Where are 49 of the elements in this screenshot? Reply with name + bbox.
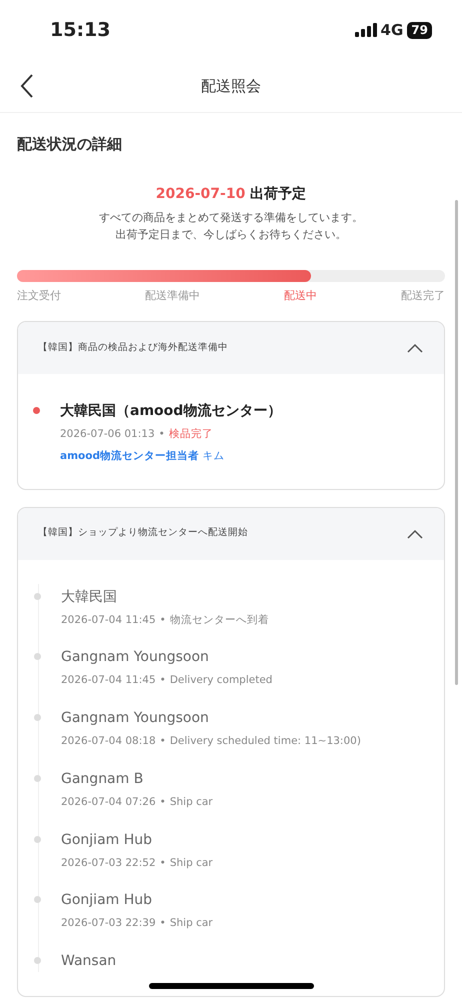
separator-dot: • [160, 794, 166, 810]
separator-dot: • [160, 673, 166, 688]
message-text: すべての商品をまとめて発送する準備をしています。 [98, 210, 364, 226]
event-place: Gangnam B [61, 770, 144, 789]
page-title: 配送照会 [201, 76, 261, 97]
chevron-up-icon[interactable] [406, 528, 424, 540]
signal-icon [354, 23, 377, 37]
separator-dot: • [160, 916, 166, 932]
event-time: 2026-07-06 01:13 [60, 427, 155, 442]
event-place: Gonjiam Hub [61, 891, 152, 910]
separator-dot: • [160, 612, 166, 628]
event-time: 2026-07-04 11:45 [61, 612, 156, 628]
event-place: Gangnam Youngsoon [61, 648, 209, 668]
event-place: Gangnam Youngsoon [61, 709, 209, 728]
event-time: 2026-07-04 07:26 [61, 794, 156, 810]
event-time: 2026-07-04 08:18 [61, 734, 156, 749]
battery-level: 79 [407, 22, 432, 38]
chevron-up-icon[interactable] [406, 342, 424, 354]
ship-date: 2026-07-10 [156, 186, 246, 202]
separator-dot: • [158, 427, 165, 442]
network-label: 4G [380, 20, 404, 41]
event-time: 2026-07-03 22:39 [61, 916, 156, 932]
clock-time: 15:13 [50, 18, 110, 43]
event-place: 大韓民国 [61, 588, 117, 606]
event-time: 2026-07-03 22:52 [61, 856, 156, 870]
separator-dot: • [160, 856, 166, 870]
step-label: 配送準備中 [145, 288, 200, 304]
card-title: 【韓国】ショップより物流センターへ配送開始 [38, 526, 248, 540]
event-status: 物流センターへ到着 [170, 612, 269, 628]
event-status: Ship car [170, 794, 213, 810]
back-icon[interactable] [20, 73, 34, 99]
message-text: 出荷予定日まで、今しばらくお待ちください。 [114, 226, 348, 242]
separator-dot: • [160, 734, 166, 749]
card-title: 【韓国】商品の検品および海外配送準備中 [38, 340, 228, 355]
event-status: Ship car [170, 916, 213, 932]
event-status: 検品完了 [168, 427, 213, 442]
event-place: Wansan [61, 952, 116, 971]
event-place: Gonjiam Hub [61, 830, 152, 850]
event-place: 大韓民国（amood物流センター） [60, 402, 282, 421]
event-status: Delivery completed [170, 673, 272, 688]
section-title: 配送状況の詳細 [16, 134, 123, 155]
agent-text: amood物流センター担当者 キム [60, 448, 226, 464]
step-label: 配送完了 [401, 288, 445, 304]
event-time: 2026-07-04 11:45 [61, 673, 156, 688]
step-label: 注文受付 [17, 288, 61, 304]
ship-label: 出荷予定 [250, 186, 306, 202]
event-status: Delivery scheduled time: 11~13:00) [170, 734, 361, 749]
event-status: Ship car [170, 856, 213, 870]
step-label: 配送中 [284, 288, 317, 304]
